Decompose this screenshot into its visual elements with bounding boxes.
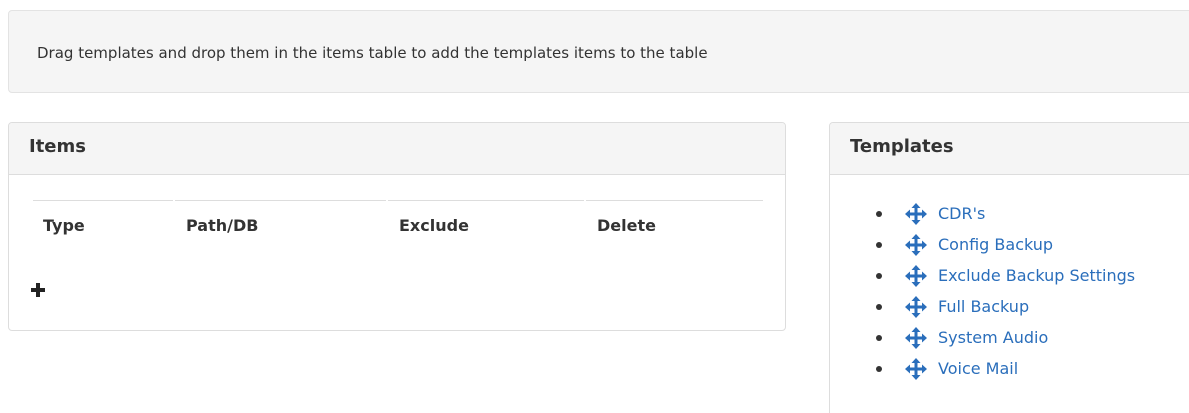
- move-arrows-icon[interactable]: [903, 265, 929, 287]
- column-divider: [33, 200, 173, 201]
- template-item-exclude-backup-settings[interactable]: Exclude Backup Settings: [830, 265, 1189, 287]
- move-arrows-icon[interactable]: [903, 358, 929, 380]
- template-item-full-backup[interactable]: Full Backup: [830, 296, 1189, 318]
- template-label[interactable]: Config Backup: [938, 235, 1053, 254]
- template-item-cdrs[interactable]: CDR's: [830, 203, 1189, 225]
- move-arrows-icon[interactable]: [903, 327, 929, 349]
- template-label[interactable]: Full Backup: [938, 297, 1029, 316]
- column-header-path-db: Path/DB: [186, 216, 259, 235]
- items-panel-title: Items: [29, 136, 86, 157]
- column-divider: [388, 200, 584, 201]
- template-label[interactable]: Voice Mail: [938, 359, 1018, 378]
- bullet: [876, 366, 882, 372]
- move-arrows-icon[interactable]: [903, 234, 929, 256]
- add-item-button[interactable]: [31, 283, 45, 297]
- items-panel: Items Type Path/DB Exclude Delete: [8, 122, 786, 331]
- template-label[interactable]: System Audio: [938, 328, 1048, 347]
- template-item-config-backup[interactable]: Config Backup: [830, 234, 1189, 256]
- bullet: [876, 304, 882, 310]
- column-divider: [586, 200, 763, 201]
- bullet: [876, 242, 882, 248]
- move-arrows-icon[interactable]: [903, 203, 929, 225]
- template-item-system-audio[interactable]: System Audio: [830, 327, 1189, 349]
- info-banner: Drag templates and drop them in the item…: [8, 10, 1189, 93]
- template-label[interactable]: Exclude Backup Settings: [938, 266, 1135, 285]
- column-header-type: Type: [43, 216, 85, 235]
- bullet: [876, 211, 882, 217]
- column-header-exclude: Exclude: [399, 216, 469, 235]
- templates-panel: Templates CDR's Config Backup Exclude Ba…: [829, 122, 1189, 413]
- column-header-delete: Delete: [597, 216, 656, 235]
- bullet: [876, 335, 882, 341]
- templates-panel-heading: Templates: [830, 123, 1189, 175]
- bullet: [876, 273, 882, 279]
- templates-panel-title: Templates: [850, 136, 954, 157]
- template-label[interactable]: CDR's: [938, 204, 985, 223]
- template-item-voice-mail[interactable]: Voice Mail: [830, 358, 1189, 380]
- page: Drag templates and drop them in the item…: [0, 0, 1189, 413]
- info-text: Drag templates and drop them in the item…: [37, 44, 708, 62]
- move-arrows-icon[interactable]: [903, 296, 929, 318]
- items-panel-heading: Items: [9, 123, 785, 175]
- column-divider: [175, 200, 386, 201]
